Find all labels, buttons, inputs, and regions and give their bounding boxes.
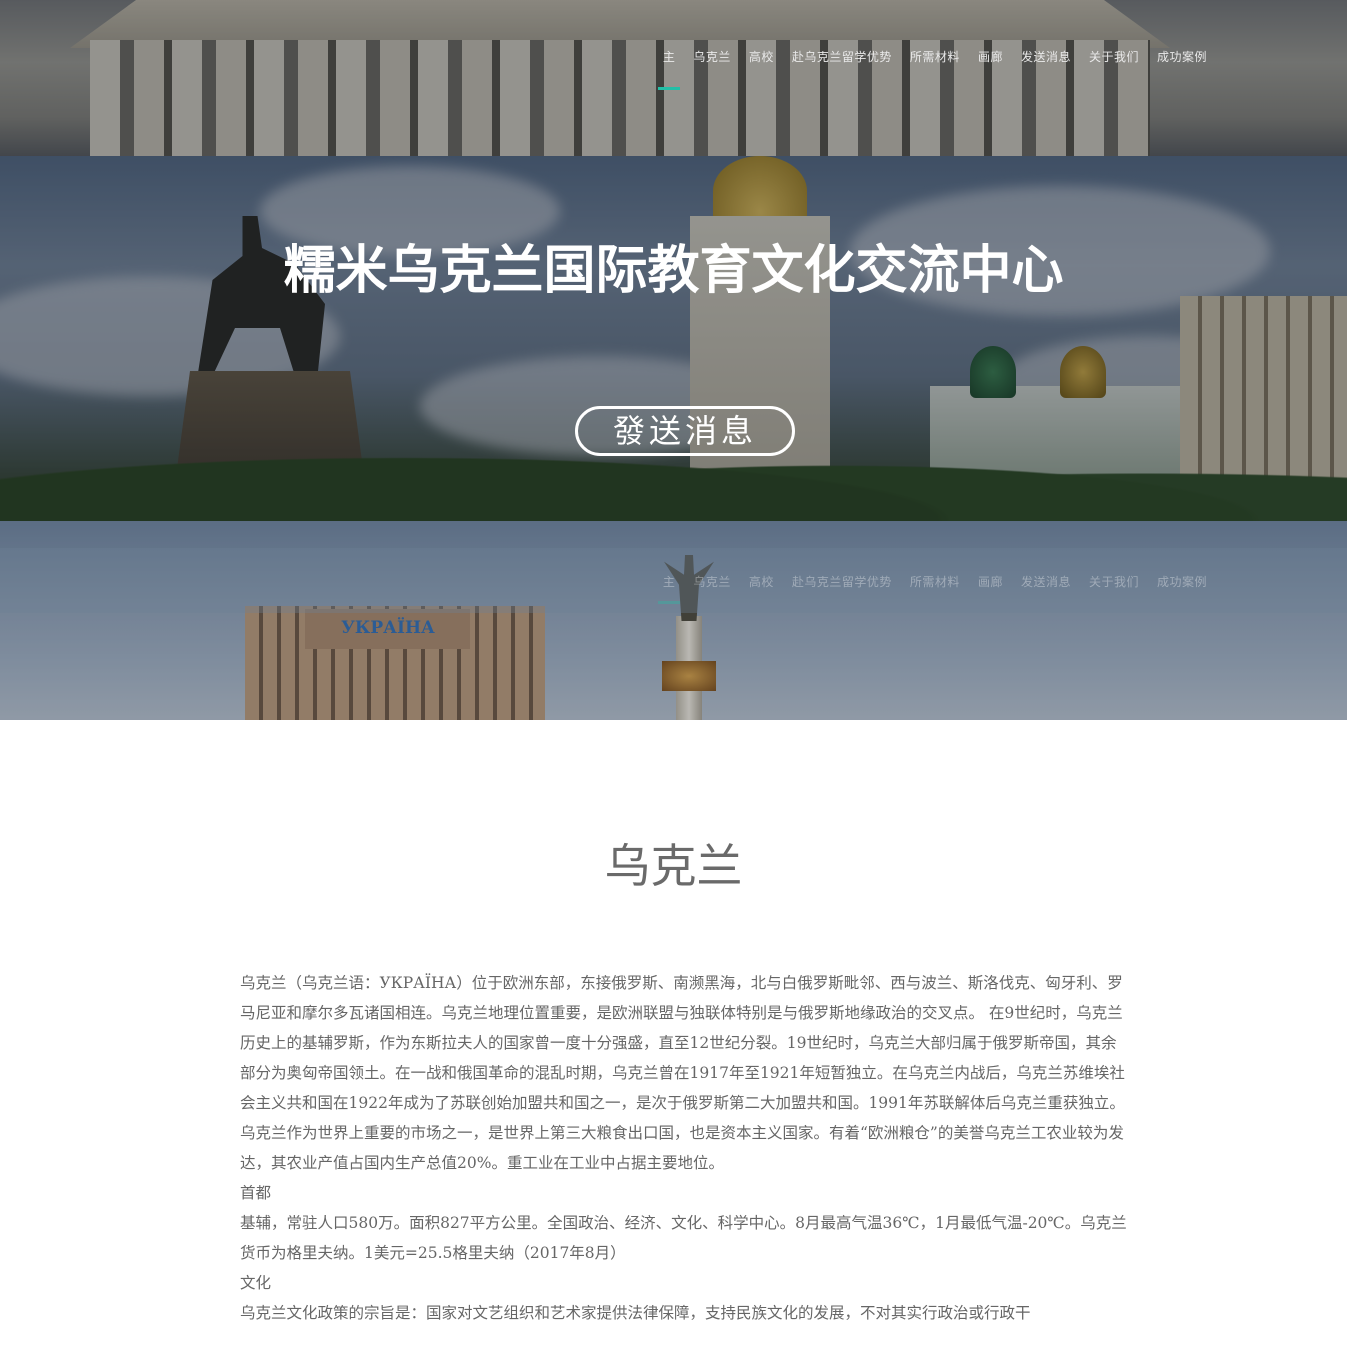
ghost-nav-item-about-us: 关于我们	[1088, 575, 1139, 589]
hero-send-message-button[interactable]: 發送消息	[575, 406, 795, 456]
nav-item-about-us[interactable]: 关于我们	[1089, 48, 1139, 65]
article-paragraph-economy: 乌克兰作为世界上重要的市场之一，是世界上第三大粮食出口国，也是资本主义国家。有着…	[240, 1124, 1124, 1172]
nav-item-gallery[interactable]: 画廊	[978, 48, 1003, 65]
hero-title: 糯米乌克兰国际教育文化交流中心	[283, 240, 1064, 301]
parallax-background-square: УКРАЇНА 主 乌克兰 高校 赴乌克兰留学优势 所需材料 画廊 发送消息 关…	[0, 521, 1347, 720]
section-title: 乌克兰	[604, 839, 743, 893]
nav-item-advantages[interactable]: 赴乌克兰留学优势	[792, 48, 892, 65]
nav-item-send-message[interactable]: 发送消息	[1021, 48, 1071, 65]
article-paragraph-intro: 乌克兰（乌克兰语：УКРАЇНА）位于欧洲东部，东接俄罗斯、南濒黑海，北与白俄罗…	[240, 974, 1125, 1112]
article-heading-capital: 首都	[240, 1184, 272, 1202]
article-paragraph-capital: 基辅，常驻人口580万。面积827平方公里。全国政治、经济、文化、科学中心。8月…	[240, 1214, 1127, 1262]
nav-items: 主 乌克兰 高校 赴乌克兰留学优势 所需材料 画廊 发送消息 关于我们 成功案例	[658, 48, 1207, 90]
nav-item-success-cases[interactable]: 成功案例	[1157, 48, 1207, 65]
ghost-nav-item-ukraine: 乌克兰	[693, 575, 731, 589]
ghost-nav-item-advantages: 赴乌克兰留学优势	[791, 575, 892, 589]
nav-item-universities[interactable]: 高校	[749, 48, 774, 65]
ghost-nav-item-send-message: 发送消息	[1020, 575, 1071, 589]
ghost-nav-items: 主 乌克兰 高校 赴乌克兰留学优势 所需材料 画廊 发送消息 关于我们 成功案例	[658, 573, 1207, 604]
nav-item-ukraine[interactable]: 乌克兰	[693, 48, 731, 65]
ghost-nav-item-success-cases: 成功案例	[1156, 575, 1207, 589]
nav-item-materials[interactable]: 所需材料	[910, 48, 960, 65]
ghost-nav-item-gallery: 画廊	[977, 575, 1003, 589]
article-paragraph-culture: 乌克兰文化政策的宗旨是：国家对文艺组织和艺术家提供法律保障，支持民族文化的发展，…	[240, 1304, 1031, 1322]
ghost-nav-item-universities: 高校	[748, 575, 774, 589]
article-body: 乌克兰（乌克兰语：УКРАЇНА）位于欧洲东部，东接俄罗斯、南濒黑海，北与白俄罗…	[240, 968, 1130, 1328]
ghost-nav-item-home: 主	[658, 575, 680, 604]
hero-section: 糯米乌克兰国际教育文化交流中心 發送消息	[0, 156, 1347, 521]
article-heading-culture: 文化	[240, 1274, 272, 1292]
nav-item-home[interactable]: 主	[658, 48, 680, 90]
main-nav: 主 乌克兰 高校 赴乌克兰留学优势 所需材料 画廊 发送消息 关于我们 成功案例	[0, 40, 1347, 100]
ghost-nav-item-materials: 所需材料	[909, 575, 960, 589]
